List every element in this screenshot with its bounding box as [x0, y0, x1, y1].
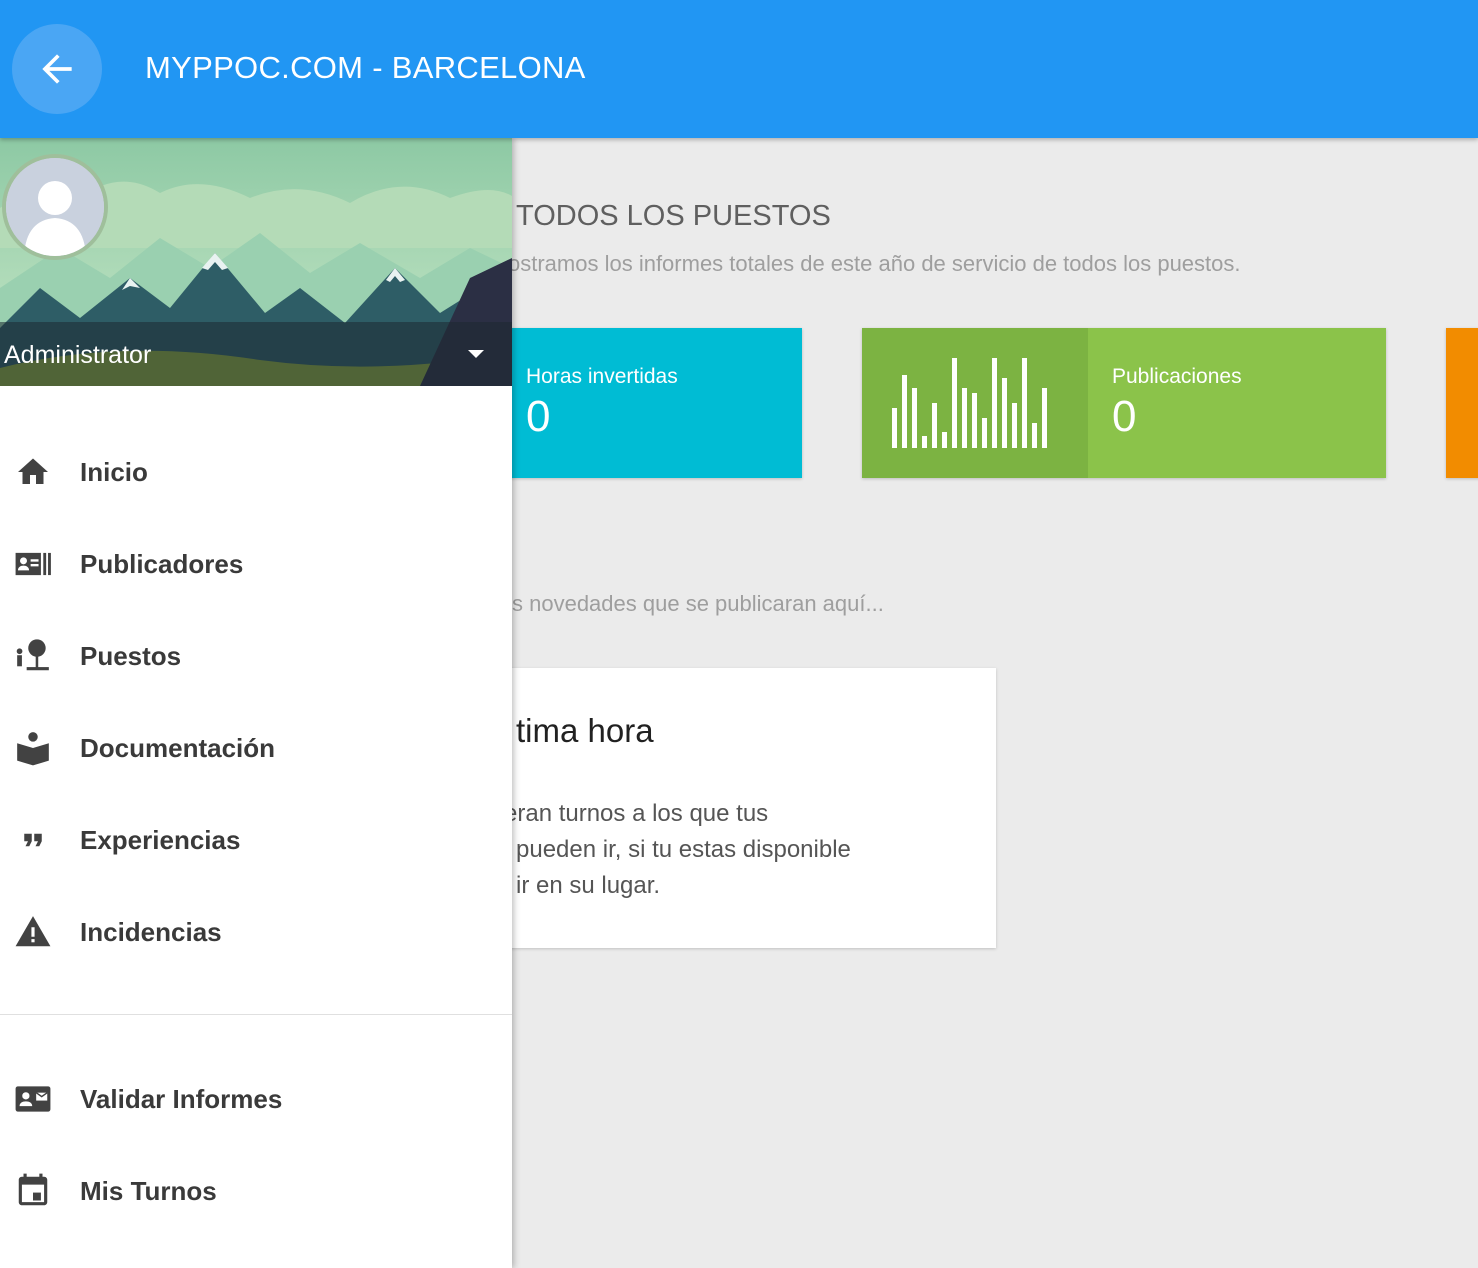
user-name: Administrator [4, 341, 152, 369]
contacts-icon [14, 545, 52, 583]
warning-icon [14, 913, 52, 951]
contact-mail-icon [14, 1080, 52, 1118]
news-line: pueden ir, si tu estas disponible [516, 836, 851, 863]
nav-item-experiencias[interactable]: Experiencias [0, 794, 512, 886]
stat-card-publicaciones[interactable]: Publicaciones 0 [862, 328, 1386, 478]
home-icon [14, 453, 52, 491]
nav-item-puestos[interactable]: Puestos [0, 610, 512, 702]
drawer-divider [0, 1014, 512, 1015]
stat-value: 0 [1112, 392, 1137, 441]
stat-label: Horas invertidas [526, 365, 678, 388]
nav-label: Experiencias [80, 824, 241, 855]
user-avatar[interactable] [2, 154, 108, 260]
back-button[interactable] [12, 24, 102, 114]
app-title: MYPPOC.COM - BARCELONA [145, 50, 586, 85]
section-title: TODOS LOS PUESTOS [516, 200, 831, 232]
nav-item-publicadores[interactable]: Publicadores [0, 518, 512, 610]
bar-chart-icon [892, 358, 1047, 448]
nav-label: Validar Informes [80, 1083, 283, 1114]
nav-label: Documentación [80, 732, 276, 763]
caret-down-icon[interactable] [468, 350, 484, 360]
stat-card-partial[interactable] [1446, 328, 1478, 478]
nav-item-validar-informes[interactable]: Validar Informes [0, 1053, 512, 1145]
nav-label: Inicio [80, 456, 148, 487]
arrow-back-icon [42, 54, 72, 84]
section-subtitle: ostramos los informes totales de este añ… [508, 251, 1241, 276]
nav-label: Publicadores [80, 548, 244, 579]
nav-label: Puestos [80, 640, 182, 671]
nav-item-documentacion[interactable]: Documentación [0, 702, 512, 794]
account-switcher[interactable]: Administrator [0, 322, 512, 386]
nav-list: Inicio Publicadores Puestos Documentació… [0, 426, 512, 978]
app-bar: MYPPOC.COM - BARCELONA [0, 0, 1478, 138]
nav-list-secondary: Validar Informes Mis Turnos [0, 1053, 512, 1237]
nav-item-inicio[interactable]: Inicio [0, 426, 512, 518]
nav-label: Incidencias [80, 916, 222, 947]
nav-item-incidencias[interactable]: Incidencias [0, 886, 512, 978]
nav-item-mis-turnos[interactable]: Mis Turnos [0, 1145, 512, 1237]
news-subtitle: s novedades que se publicaran aquí... [512, 591, 884, 616]
stat-label: Publicaciones [1112, 365, 1242, 388]
book-icon [14, 729, 52, 767]
stand-icon [14, 637, 52, 675]
quote-icon [14, 821, 52, 859]
news-line: eran turnos a los que tus [504, 800, 769, 827]
stat-value: 0 [526, 392, 551, 441]
navigation-drawer: Administrator Inicio Publicadores Puesto… [0, 138, 512, 1268]
drawer-header: Administrator [0, 138, 512, 386]
news-card-body: eran turnos a los que tus pueden ir, si … [504, 796, 936, 904]
news-card-title: tima hora [516, 712, 654, 749]
stat-icon-box [862, 328, 1088, 478]
nav-label: Mis Turnos [80, 1175, 217, 1206]
news-line: ir en su lugar. [516, 872, 661, 899]
person-avatar-icon [6, 158, 104, 256]
calendar-icon [14, 1172, 52, 1210]
